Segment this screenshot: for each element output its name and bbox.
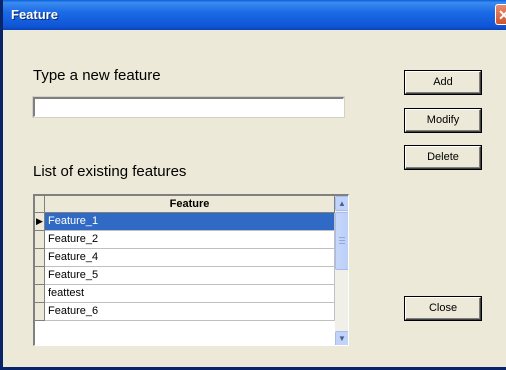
current-row-indicator-icon: ▶ [35,213,45,231]
row-header-corner [35,196,45,213]
close-button[interactable]: Close [404,296,482,321]
feature-cell[interactable]: Feature_6 [45,303,335,321]
table-row[interactable]: Feature_4 [35,249,335,267]
row-selector[interactable] [35,303,45,321]
feature-cell[interactable]: Feature_4 [45,249,335,267]
modify-button[interactable]: Modify [404,108,482,133]
table-row[interactable]: ▶ Feature_1 [35,213,335,231]
row-selector[interactable] [35,285,45,303]
row-selector[interactable] [35,231,45,249]
table-row[interactable]: Feature_5 [35,267,335,285]
scroll-thumb[interactable] [335,212,348,270]
feature-dialog: Feature ✕ Type a new feature List of exi… [0,0,506,370]
add-button[interactable]: Add [404,70,482,95]
feature-cell[interactable]: Feature_1 [45,213,335,231]
row-selector[interactable] [35,249,45,267]
scroll-down-icon[interactable]: ▼ [335,331,348,345]
new-feature-label: Type a new feature [33,67,161,84]
new-feature-input[interactable] [32,96,345,118]
features-grid[interactable]: Feature ▶ Feature_1 Feature_2 Feature_4 … [33,194,349,346]
existing-features-label: List of existing features [33,163,187,180]
feature-cell[interactable]: Feature_5 [45,267,335,285]
table-row[interactable]: feattest [35,285,335,303]
feature-cell[interactable]: Feature_2 [45,231,335,249]
row-selector[interactable] [35,267,45,285]
feature-cell[interactable]: feattest [45,285,335,303]
grid-vertical-scrollbar[interactable]: ▲ ▼ [335,196,348,345]
window-title: Feature [11,7,58,22]
table-row[interactable]: Feature_2 [35,231,335,249]
table-row[interactable]: Feature_6 [35,303,335,321]
window-close-button[interactable]: ✕ [495,4,506,25]
delete-button[interactable]: Delete [404,145,482,170]
scroll-up-icon[interactable]: ▲ [335,196,348,211]
feature-column-header[interactable]: Feature [45,196,335,213]
title-bar[interactable]: Feature ✕ [3,0,506,30]
